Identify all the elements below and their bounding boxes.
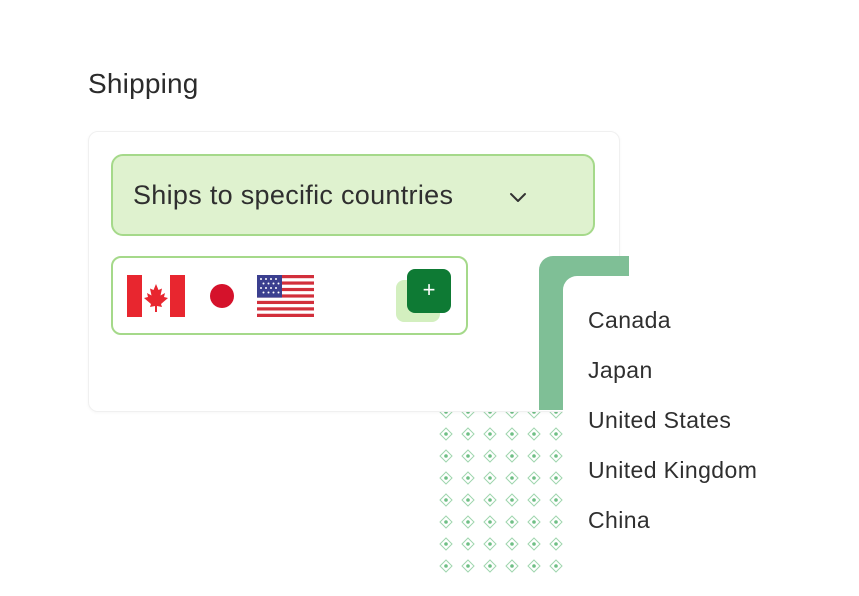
country-dropdown: Canada Japan United States United Kingdo… — [563, 276, 859, 596]
selected-countries-field[interactable]: + — [111, 256, 468, 335]
shipping-type-value: Ships to specific countries — [133, 180, 454, 210]
canada-flag-icon — [127, 275, 185, 317]
country-option-china[interactable]: China — [588, 507, 650, 534]
country-option-united-kingdom[interactable]: United Kingdom — [588, 457, 757, 484]
shipping-title: Shipping — [88, 68, 199, 99]
chevron-down-icon[interactable] — [507, 186, 529, 208]
add-country-button[interactable]: + — [407, 269, 451, 313]
country-option-japan[interactable]: Japan — [588, 357, 653, 384]
shipping-type-select[interactable]: Ships to specific countries — [111, 154, 595, 236]
country-option-canada[interactable]: Canada — [588, 307, 671, 334]
japan-flag-icon — [193, 275, 251, 317]
plus-icon: + — [422, 277, 436, 302]
country-option-united-states[interactable]: United States — [588, 407, 731, 434]
united-states-flag-icon — [257, 275, 314, 317]
